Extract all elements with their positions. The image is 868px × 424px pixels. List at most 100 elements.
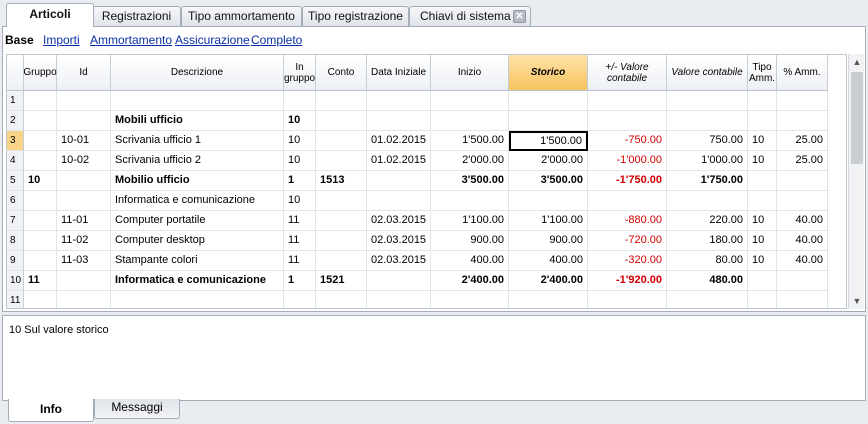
table-cell[interactable] — [588, 191, 667, 211]
column-header[interactable]: Gruppo — [23, 55, 57, 91]
table-cell[interactable]: 10 — [284, 111, 316, 131]
table-cell[interactable] — [316, 291, 367, 308]
table-cell[interactable] — [509, 91, 588, 111]
table-cell[interactable]: Scrivania ufficio 1 — [111, 131, 284, 151]
table-row[interactable]: 6 Informatica e comunicazione 10 — [7, 191, 846, 211]
table-cell[interactable]: 10-02 — [57, 151, 111, 171]
table-cell[interactable]: Mobili ufficio — [111, 111, 284, 131]
data-grid[interactable]: Gruppo Id Descrizione In gruppo Conto Data In… — [6, 54, 847, 309]
row-number[interactable]: 3 — [7, 131, 24, 151]
table-cell[interactable] — [367, 111, 431, 131]
table-cell[interactable]: -880.00 — [588, 211, 667, 231]
vertical-scrollbar[interactable]: ▲ ▼ — [848, 54, 864, 309]
table-cell[interactable]: 1'750.00 — [667, 171, 748, 191]
table-cell[interactable]: 1521 — [316, 271, 367, 291]
scroll-down-icon[interactable]: ▼ — [849, 293, 865, 309]
table-cell[interactable] — [509, 291, 588, 308]
table-cell[interactable]: 900.00 — [431, 231, 509, 251]
column-header[interactable]: % Amm. — [777, 55, 828, 91]
table-cell[interactable]: 2'000.00 — [509, 151, 588, 171]
table-cell[interactable]: 1 — [284, 171, 316, 191]
table-cell[interactable]: 11 — [284, 211, 316, 231]
table-cell[interactable]: Informatica e comunicazione — [111, 191, 284, 211]
table-cell[interactable] — [748, 91, 777, 111]
table-cell[interactable]: 220.00 — [667, 211, 748, 231]
table-row[interactable]: 5 10 Mobilio ufficio 1 1513 3'500.00 3'500.00-… — [7, 171, 846, 191]
row-number[interactable]: 5 — [7, 171, 24, 191]
table-cell[interactable] — [24, 131, 57, 151]
table-cell[interactable]: 1'100.00 — [509, 211, 588, 231]
table-cell[interactable]: 180.00 — [667, 231, 748, 251]
table-cell[interactable] — [588, 91, 667, 111]
table-cell[interactable] — [777, 191, 828, 211]
table-cell[interactable]: 11 — [284, 251, 316, 271]
column-header[interactable]: Valore contabile — [667, 55, 748, 91]
row-number[interactable]: 11 — [7, 291, 24, 308]
table-cell[interactable]: 10 — [284, 151, 316, 171]
table-row[interactable]: 3 10-01 Scrivania ufficio 1 10 01.02.2015 1'5… — [7, 131, 846, 151]
column-header[interactable]: Conto — [316, 55, 367, 91]
table-cell[interactable] — [431, 111, 509, 131]
table-cell[interactable] — [316, 191, 367, 211]
table-cell[interactable] — [24, 291, 57, 308]
bottom-tab-messaggi[interactable]: Messaggi — [94, 399, 180, 419]
table-cell[interactable]: 40.00 — [777, 231, 828, 251]
table-cell[interactable] — [24, 251, 57, 271]
table-cell[interactable]: Scrivania ufficio 2 — [111, 151, 284, 171]
table-cell[interactable] — [777, 271, 828, 291]
table-cell[interactable]: 10 — [284, 131, 316, 151]
table-cell[interactable]: 10 — [748, 151, 777, 171]
table-cell[interactable] — [24, 191, 57, 211]
table-cell[interactable]: 40.00 — [777, 251, 828, 271]
table-cell[interactable] — [316, 91, 367, 111]
row-number[interactable]: 7 — [7, 211, 24, 231]
table-cell[interactable]: 400.00 — [509, 251, 588, 271]
table-cell[interactable] — [316, 231, 367, 251]
table-cell[interactable]: Computer desktop — [111, 231, 284, 251]
table-cell[interactable]: Computer portatile — [111, 211, 284, 231]
table-cell[interactable] — [748, 191, 777, 211]
table-cell[interactable] — [588, 291, 667, 308]
row-number[interactable]: 2 — [7, 111, 24, 131]
column-header[interactable]: Storico — [509, 55, 588, 91]
scroll-up-icon[interactable]: ▲ — [849, 54, 865, 70]
table-cell[interactable] — [24, 91, 57, 111]
table-cell[interactable]: 10-01 — [57, 131, 111, 151]
table-cell[interactable] — [748, 171, 777, 191]
table-row[interactable]: 1 — [7, 91, 846, 111]
scrollbar-thumb[interactable] — [851, 72, 863, 164]
table-cell[interactable] — [24, 231, 57, 251]
view-importi[interactable]: Importi — [43, 33, 80, 47]
table-cell[interactable]: 01.02.2015 — [367, 131, 431, 151]
table-cell[interactable]: 10 — [284, 191, 316, 211]
table-cell[interactable]: 11 — [284, 231, 316, 251]
table-row[interactable]: 8 11-02 Computer desktop 11 02.03.2015 900.00… — [7, 231, 846, 251]
column-header[interactable]: Id — [57, 55, 111, 91]
table-cell[interactable] — [316, 111, 367, 131]
table-cell[interactable] — [316, 151, 367, 171]
table-cell[interactable] — [284, 291, 316, 308]
tab-articoli[interactable]: Articoli — [6, 3, 94, 27]
table-cell[interactable] — [367, 91, 431, 111]
table-cell[interactable]: 10 — [748, 131, 777, 151]
column-header[interactable]: Data Iniziale — [367, 55, 431, 91]
table-cell[interactable] — [667, 111, 748, 131]
table-cell[interactable]: 10 — [748, 231, 777, 251]
row-number[interactable]: 10 — [7, 271, 24, 291]
table-cell[interactable]: 02.03.2015 — [367, 251, 431, 271]
table-cell[interactable] — [316, 211, 367, 231]
table-cell[interactable]: 10 — [748, 211, 777, 231]
row-header-corner[interactable] — [7, 55, 24, 91]
table-cell[interactable]: 2'000.00 — [431, 151, 509, 171]
table-cell[interactable] — [367, 271, 431, 291]
table-cell[interactable] — [284, 91, 316, 111]
table-row[interactable]: 9 11-03 Stampante colori 11 02.03.2015 400.00… — [7, 251, 846, 271]
table-cell[interactable]: 40.00 — [777, 211, 828, 231]
table-cell[interactable] — [57, 191, 111, 211]
table-cell[interactable] — [57, 291, 111, 308]
table-cell[interactable]: -1'000.00 — [588, 151, 667, 171]
table-cell[interactable]: 3'500.00 — [431, 171, 509, 191]
row-number[interactable]: 1 — [7, 91, 24, 111]
table-cell[interactable] — [367, 191, 431, 211]
table-cell[interactable] — [316, 131, 367, 151]
